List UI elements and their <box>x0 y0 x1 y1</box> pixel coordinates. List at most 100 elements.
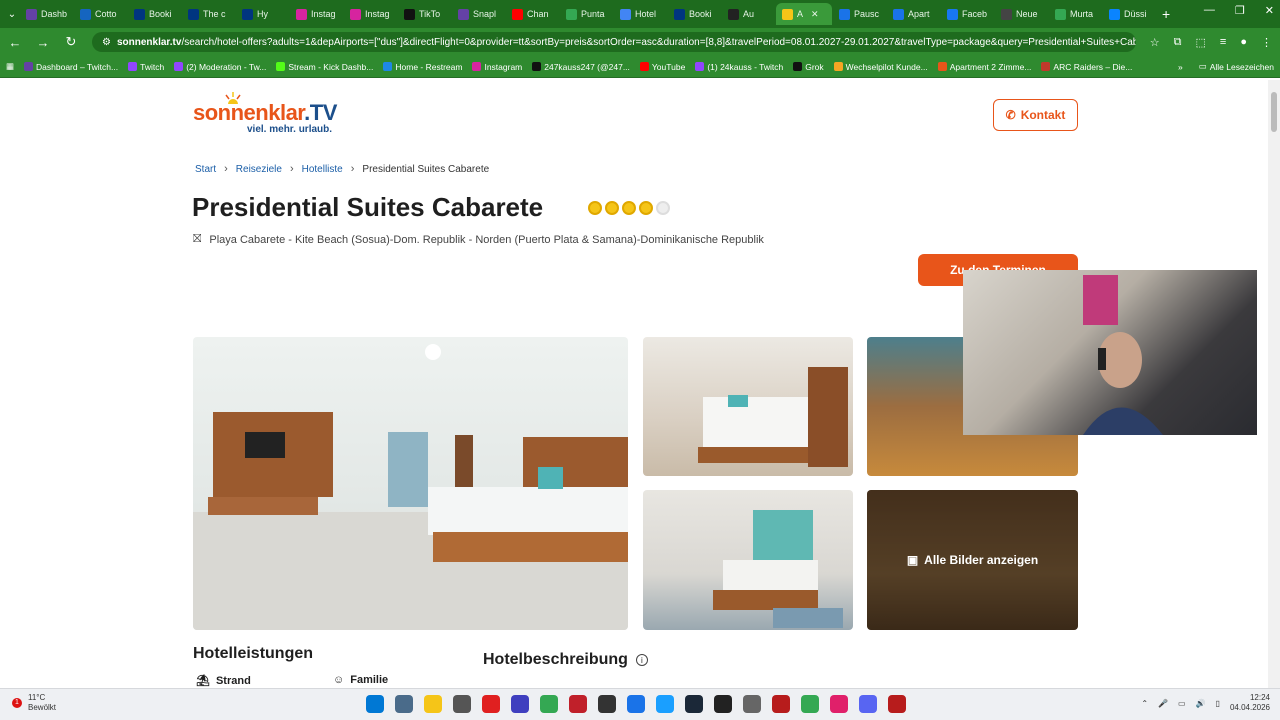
breadcrumb-start[interactable]: Start <box>195 164 216 175</box>
browser-tab[interactable]: Booki <box>668 3 721 25</box>
all-images-overlay[interactable]: ▣ Alle Bilder anzeigen <box>867 490 1078 630</box>
browser-tab[interactable]: Instag <box>344 3 397 25</box>
browser-tab[interactable]: Apart <box>887 3 940 25</box>
browser-tab[interactable]: Murta <box>1049 3 1102 25</box>
browser-tab[interactable]: Hotel <box>614 3 667 25</box>
windows-start-icon[interactable] <box>366 695 384 713</box>
browser-tab[interactable]: A ✕ <box>776 3 832 25</box>
launcher-icon[interactable] <box>627 695 645 713</box>
chrome-icon[interactable] <box>801 695 819 713</box>
bookmarks-more-icon[interactable]: » <box>1178 61 1183 72</box>
bookmark-item[interactable]: Twitch <box>128 62 164 72</box>
hotel-main-photo[interactable] <box>193 337 628 630</box>
apps-grid-icon[interactable]: ▦ <box>6 61 14 72</box>
bookmark-item[interactable]: Apartment 2 Zimme... <box>937 62 1031 72</box>
reload-icon[interactable]: ↻ <box>64 34 78 50</box>
discord-icon[interactable] <box>859 695 877 713</box>
tab-label: Cotto <box>95 9 117 19</box>
browser-tab[interactable]: Hy <box>236 3 289 25</box>
vpn-icon[interactable] <box>511 695 529 713</box>
browser-tab[interactable]: Booki <box>128 3 181 25</box>
network-icon[interactable]: ▭ <box>1178 699 1186 708</box>
clock[interactable]: 12:24 04.04.2026 <box>1230 693 1270 713</box>
breadcrumb-hotelliste[interactable]: Hotelliste <box>302 164 343 175</box>
bookmark-item[interactable]: (1) 24kauss - Twitch <box>695 62 783 72</box>
mouse-icon[interactable] <box>453 695 471 713</box>
weather-widget[interactable]: 1 11°C Bewölkt <box>12 693 56 713</box>
tab-search-icon[interactable]: ⌄ <box>4 9 20 20</box>
contact-label: Kontakt <box>1020 108 1066 122</box>
chevron-right-icon: › <box>289 163 294 175</box>
browser-tab[interactable]: The c <box>182 3 235 25</box>
extension-icon[interactable]: ⧉ <box>1174 36 1182 49</box>
browser-tab[interactable]: Dashb <box>20 3 73 25</box>
browser-tab[interactable]: Pausc <box>833 3 886 25</box>
browser-tab[interactable]: Instag <box>290 3 343 25</box>
opera-icon[interactable] <box>830 695 848 713</box>
browser-tab[interactable]: Chan <box>506 3 559 25</box>
mic-icon[interactable]: 🎤 <box>1158 699 1168 708</box>
hotel-photo-room-2[interactable] <box>643 490 853 630</box>
bookmark-item[interactable]: Home - Restream <box>383 62 462 72</box>
downloads-icon[interactable]: ≡ <box>1220 36 1226 48</box>
calculator-icon[interactable] <box>395 695 413 713</box>
browser-tab[interactable]: Faceb <box>941 3 994 25</box>
opera-gx-icon[interactable] <box>482 695 500 713</box>
room-photo-illustration <box>193 344 628 630</box>
url-input[interactable]: ⚙ sonnenklar.tv/search/hotel-offers?adul… <box>92 32 1136 52</box>
bookmark-item[interactable]: Grok <box>793 62 824 72</box>
bookmark-item[interactable]: 247kauss247 (@247... <box>532 62 630 72</box>
new-tab-button[interactable]: + <box>1162 6 1178 22</box>
browser-tab[interactable]: Neue <box>995 3 1048 25</box>
tab-label: Apart <box>908 9 930 19</box>
scrollbar-thumb[interactable] <box>1271 92 1277 132</box>
epic-icon[interactable] <box>714 695 732 713</box>
settings-gear-icon[interactable] <box>743 695 761 713</box>
browser-tab[interactable]: Cotto <box>74 3 127 25</box>
close-tab-icon[interactable]: ✕ <box>811 9 819 20</box>
profile-avatar[interactable]: ● <box>1240 36 1247 48</box>
recorder-icon[interactable] <box>569 695 587 713</box>
tray-chevron-icon[interactable]: ⌃ <box>1141 699 1148 708</box>
volume-icon[interactable]: 🔊 <box>1196 699 1206 708</box>
phone-icon: ✆ <box>1005 108 1016 122</box>
stream-app-icon[interactable] <box>772 695 790 713</box>
hotel-photo-bedroom[interactable] <box>643 337 853 476</box>
bookmark-item[interactable]: Dashboard – Twitch... <box>24 62 118 72</box>
browser-tab[interactable]: Punta <box>560 3 613 25</box>
bookmark-item[interactable]: Wechselpilot Kunde... <box>833 62 928 72</box>
back-icon[interactable]: ← <box>8 35 22 50</box>
info-icon[interactable]: i <box>635 654 648 666</box>
minimize-icon[interactable]: — <box>1204 4 1215 17</box>
file-explorer-icon[interactable] <box>424 695 442 713</box>
bookmark-item[interactable]: Stream - Kick Dashb... <box>276 62 373 72</box>
site-logo[interactable]: sonnenklar.TV viel. mehr. urlaub. <box>193 92 337 135</box>
layers-icon[interactable] <box>540 695 558 713</box>
battery-icon[interactable]: ▯ <box>1216 699 1220 708</box>
all-bookmarks-folder[interactable]: ▭ Alle Lesezeichen <box>1199 61 1274 72</box>
puzzle-icon[interactable]: ⬚ <box>1196 36 1206 49</box>
menu-icon[interactable]: ⋮ <box>1261 36 1272 49</box>
hotel-photo-dining[interactable]: ▣ Alle Bilder anzeigen <box>867 490 1078 630</box>
maximize-icon[interactable]: ❐ <box>1235 4 1245 17</box>
contact-button[interactable]: ✆ Kontakt <box>993 99 1078 131</box>
breadcrumb-reiseziele[interactable]: Reiseziele <box>236 164 282 175</box>
bookmark-item[interactable]: (2) Moderation - Tw... <box>174 62 266 72</box>
stream-app-2-icon[interactable] <box>888 695 906 713</box>
browser-tab[interactable]: Snapl <box>452 3 505 25</box>
bookmark-item[interactable]: ARC Raiders – Die... <box>1041 62 1132 72</box>
bookmark-label: Twitch <box>140 61 165 72</box>
browser-tab[interactable]: Düssi <box>1103 3 1156 25</box>
page-scrollbar[interactable] <box>1268 80 1280 688</box>
bookmark-item[interactable]: YouTube <box>639 62 685 72</box>
forward-icon[interactable]: → <box>36 35 50 50</box>
battlenet-icon[interactable] <box>656 695 674 713</box>
close-window-icon[interactable]: ✕ <box>1265 4 1274 17</box>
steam-icon[interactable] <box>685 695 703 713</box>
bookmark-item[interactable]: Instagram <box>472 62 522 72</box>
browser-tab[interactable]: TikTo <box>398 3 451 25</box>
site-info-icon[interactable]: ⚙ <box>102 37 111 48</box>
bookmark-star-icon[interactable]: ☆ <box>1150 36 1160 49</box>
obs-icon[interactable] <box>598 695 616 713</box>
browser-tab[interactable]: Au <box>722 3 775 25</box>
